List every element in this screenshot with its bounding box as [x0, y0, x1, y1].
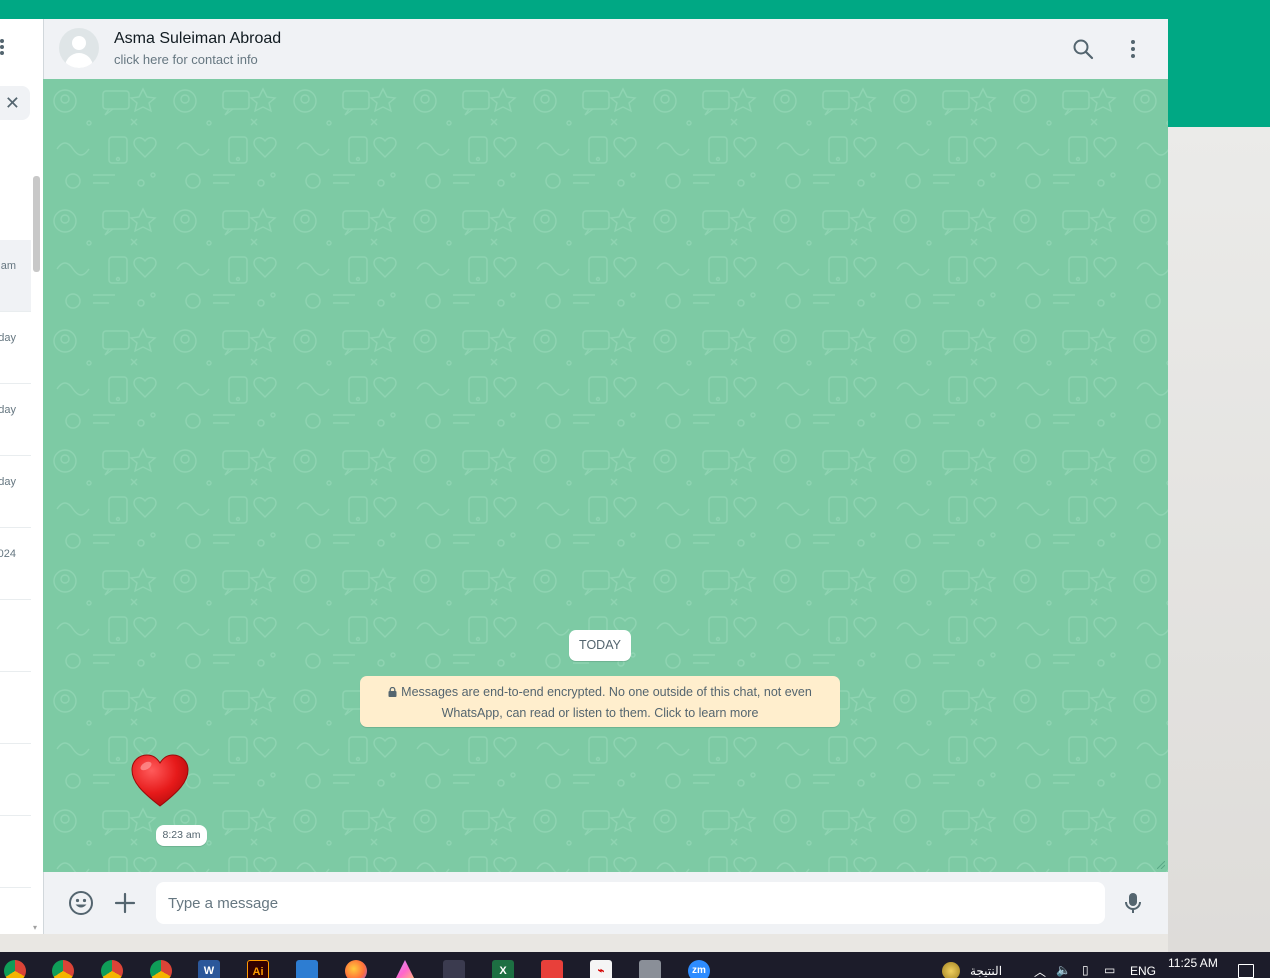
firefox-icon[interactable]: [345, 960, 367, 978]
contact-name[interactable]: Asma Suleiman Abroad: [114, 30, 281, 48]
clock-time[interactable]: 11:25 AM: [1168, 956, 1218, 970]
chat-list-time: am: [0, 260, 16, 272]
message-composer: [43, 872, 1168, 934]
illustrator-icon[interactable]: Ai: [247, 960, 269, 978]
chat-list-time: day: [0, 404, 16, 416]
chevron-up-icon[interactable]: ︿: [1034, 963, 1046, 978]
chat-list-item[interactable]: [0, 816, 31, 888]
chrome-icon[interactable]: [4, 960, 26, 978]
word-icon[interactable]: W: [198, 960, 220, 978]
search-icon[interactable]: [1071, 37, 1095, 61]
desktop-green-band: [1168, 19, 1270, 127]
notifications-icon[interactable]: [1238, 964, 1254, 978]
microphone-icon[interactable]: [1120, 890, 1146, 916]
conversation-panel[interactable]: TODAY Messages are end-to-end encrypted.…: [43, 79, 1168, 872]
weather-label[interactable]: النتيجة: [970, 964, 1002, 978]
affinity-icon[interactable]: [394, 960, 416, 978]
windows-taskbar: W Ai X ⌁ zm النتيجة ︿ 🔈 ▯ ▭ ENG 11:25 AM: [0, 952, 1270, 978]
heart-emoji-message[interactable]: [130, 754, 190, 808]
chat-list-item[interactable]: day: [0, 456, 31, 528]
pen-tool-icon[interactable]: [443, 960, 465, 978]
lock-icon: [388, 687, 397, 697]
chat-menu-icon[interactable]: [1121, 37, 1145, 61]
chat-list-item[interactable]: day: [0, 312, 31, 384]
weather-icon[interactable]: [942, 962, 960, 978]
chat-list-time: 024: [0, 548, 16, 560]
contact-info-hint[interactable]: click here for contact info: [114, 52, 258, 67]
chat-list-item[interactable]: [0, 600, 31, 672]
battery-icon[interactable]: ▯: [1082, 963, 1089, 977]
chat-list-item[interactable]: [0, 744, 31, 816]
encryption-notice-line1: Messages are end-to-end encrypted. No on…: [401, 685, 812, 699]
chat-list-item[interactable]: day: [0, 384, 31, 456]
zoom-icon[interactable]: zm: [688, 960, 710, 978]
network-icon[interactable]: ▭: [1104, 963, 1115, 977]
chat-header[interactable]: Asma Suleiman Abroad click here for cont…: [43, 19, 1168, 79]
resize-grip-icon: [1157, 861, 1165, 869]
chrome-icon[interactable]: [52, 960, 74, 978]
contact-avatar[interactable]: [59, 28, 99, 68]
paint-icon[interactable]: [296, 960, 318, 978]
chat-list-item[interactable]: [0, 672, 31, 744]
date-divider: TODAY: [569, 630, 631, 661]
volume-icon[interactable]: 🔈: [1056, 963, 1071, 977]
doodle-wallpaper: [43, 79, 1168, 872]
chat-list-item[interactable]: 024: [0, 528, 31, 600]
attach-plus-icon[interactable]: [112, 890, 138, 916]
chat-list-time: day: [0, 476, 16, 488]
excel-icon[interactable]: X: [492, 960, 514, 978]
chat-list-item[interactable]: am: [0, 240, 31, 312]
emoji-icon[interactable]: [68, 890, 94, 916]
encryption-notice[interactable]: Messages are end-to-end encrypted. No on…: [360, 676, 840, 727]
chrome-icon[interactable]: [101, 960, 123, 978]
chat-list-menu-icon[interactable]: [0, 39, 6, 57]
chat-list-scrollbar[interactable]: [33, 176, 40, 272]
message-input[interactable]: [156, 882, 1105, 924]
acrobat-icon[interactable]: ⌁: [590, 960, 612, 978]
scroll-down-arrow-icon[interactable]: ▾: [33, 923, 37, 932]
clear-search-icon[interactable]: ✕: [5, 94, 20, 112]
window-top-strip: [0, 0, 1270, 19]
chat-list-panel: ✕ am day day day 024 ▾: [0, 19, 43, 934]
desktop-background: [1168, 127, 1270, 952]
chat-search-box[interactable]: ✕: [0, 86, 30, 120]
chrome-icon[interactable]: [150, 960, 172, 978]
scanner-icon[interactable]: [639, 960, 661, 978]
message-timestamp: 8:23 am: [156, 825, 207, 846]
encryption-notice-line2: WhatsApp, can read or listen to them. Cl…: [441, 706, 759, 720]
chat-list-time: day: [0, 332, 16, 344]
language-indicator[interactable]: ENG: [1130, 964, 1156, 978]
anydesk-icon[interactable]: [541, 960, 563, 978]
